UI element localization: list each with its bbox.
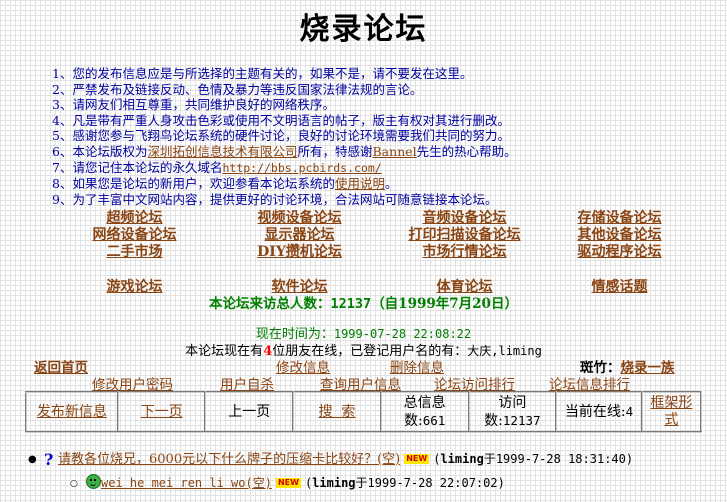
forum-link-other[interactable]: 其他设备论坛 bbox=[547, 227, 692, 244]
forum-links-grid: 超频论坛 视频设备论坛 音频设备论坛 存储设备论坛 网络设备论坛 显示器论坛 打… bbox=[52, 210, 692, 261]
post-date: 1999-7-28 22:07:02 bbox=[367, 476, 498, 490]
view-user-link[interactable]: 查询用户信息 bbox=[320, 373, 401, 393]
bannel-link[interactable]: Bannel bbox=[373, 144, 417, 159]
change-password-link[interactable]: 修改用户密码 bbox=[92, 373, 173, 393]
post-list: ●? 请教各位烧兄，6000元以下什么牌子的压缩卡比较好？(空) NEW (limin… bbox=[28, 450, 718, 493]
rule-item: 6、本论坛版权为深圳拓创信息技术有限公司所有，特感谢Bannel先生的热心帮助。 bbox=[52, 143, 517, 159]
rules-list: 1、您的发布信息应是与所选择的主题有关的，如果不是，请不要发在这里。 2、严禁发… bbox=[52, 66, 692, 207]
bullet-icon: ○ bbox=[70, 478, 78, 489]
post-new-button[interactable]: 发布新信息 bbox=[37, 404, 107, 420]
nav-row-2: 修改用户密码 用户自杀 查询用户信息 论坛访问排行 论坛信息排行 bbox=[34, 373, 694, 393]
forum-toolbar: 发布新信息 下一页 上一页 搜 索 总信息数:661 访问数:12137 当前在… bbox=[25, 391, 703, 433]
rule-item: 9、为了丰富中文网站内容，提供更好的讨论环境，合法网站可随意链接本论坛。 bbox=[52, 191, 498, 207]
post-title-link[interactable]: 请教各位烧兄，6000元以下什么牌子的压缩卡比较好？(空) bbox=[58, 452, 400, 467]
user-intro-link[interactable]: 用户自杀 bbox=[220, 373, 274, 393]
online-cell: 当前在线:4 bbox=[555, 391, 643, 433]
next-page-button[interactable]: 下一页 bbox=[141, 404, 183, 420]
help-link[interactable]: 使用说明 bbox=[335, 176, 385, 191]
rule-item: 8、如果您是论坛的新用户，欢迎参看本论坛系统的使用说明。 bbox=[52, 176, 398, 192]
post-title-link[interactable]: wei he mei ren li wo(空) bbox=[101, 476, 272, 490]
forum-link-secondhand[interactable]: 二手市场 bbox=[52, 244, 217, 261]
rule-item: 1、您的发布信息应是与所选择的主题有关的，如果不是，请不要发在这里。 bbox=[52, 66, 473, 81]
rule-item: 3、请网友们相互尊重，共同维护良好的网络秩序。 bbox=[52, 97, 335, 113]
forum-link-diy[interactable]: DIY攒机论坛 bbox=[217, 244, 382, 261]
search-button[interactable]: 搜 索 bbox=[319, 404, 356, 420]
visits-cell: 访问数:12137 bbox=[467, 391, 558, 433]
forum-link-market[interactable]: 市场行情论坛 bbox=[382, 244, 547, 261]
visit-rank-link[interactable]: 论坛访问排行 bbox=[434, 373, 515, 393]
rule-item: 7、请您记住本论坛的永久域名http://bbs.pcbirds.com/ bbox=[52, 159, 382, 175]
nav-row-1: 返回首页 修改信息 删除信息 斑竹：烧录一族 bbox=[34, 356, 694, 376]
page-title: 烧录论坛 bbox=[299, 12, 428, 47]
forum-link-network[interactable]: 网络设备论坛 bbox=[52, 227, 217, 244]
bullet-icon: ● bbox=[28, 453, 37, 465]
new-badge: NEW bbox=[275, 478, 301, 488]
post-new-cell: 发布新信息 bbox=[25, 391, 119, 433]
list-item: ●? 请教各位烧兄，6000元以下什么牌子的压缩卡比较好？(空) NEW (limin… bbox=[28, 450, 634, 469]
smiley-icon bbox=[86, 474, 101, 489]
forum-link-video[interactable]: 视频设备论坛 bbox=[217, 210, 382, 227]
rule-item: 5、感谢您参与飞翔鸟论坛系统的硬件讨论，良好的讨论环境需要我们共同的努力。 bbox=[52, 128, 510, 144]
forum-link-printer[interactable]: 打印扫描设备论坛 bbox=[382, 227, 547, 244]
info-rank-link[interactable]: 论坛信息排行 bbox=[549, 373, 630, 393]
forum-link-storage[interactable]: 存储设备论坛 bbox=[547, 210, 692, 227]
forum-link-monitor[interactable]: 显示器论坛 bbox=[217, 227, 382, 244]
list-item: ○ wei he mei ren li wo(空) NEW (liming于1999-… bbox=[28, 474, 718, 493]
prev-page-cell: 上一页 bbox=[204, 391, 295, 433]
rule-item: 4、凡是带有严重人身攻击色彩或使用不文明语言的帖子，版主有权对其进行删改。 bbox=[52, 112, 510, 128]
total-info-cell: 总信息数:661 bbox=[379, 391, 470, 433]
prev-page-label: 上一页 bbox=[228, 403, 271, 420]
post-author: liming bbox=[440, 452, 484, 466]
visitor-count: 本论坛来访总人数：12137（自1999年7月20日） bbox=[209, 296, 518, 312]
company-link[interactable]: 深圳拓创信息技术有限公司 bbox=[147, 144, 297, 159]
post-date: 1999-7-28 18:31:40 bbox=[495, 452, 626, 466]
frame-view-cell: 框架形式 bbox=[640, 391, 703, 433]
forum-link-overclock[interactable]: 超频论坛 bbox=[52, 210, 217, 227]
next-page-cell: 下一页 bbox=[116, 391, 207, 433]
frame-view-button[interactable]: 框架形式 bbox=[650, 395, 692, 428]
forum-link-audio[interactable]: 音频设备论坛 bbox=[382, 210, 547, 227]
search-cell: 搜 索 bbox=[292, 391, 382, 433]
rule-item: 2、严禁发布及链接反动、色情及暴力等违反国家法律法规的言论。 bbox=[52, 81, 423, 97]
post-author: liming bbox=[312, 476, 356, 490]
new-badge: NEW bbox=[404, 454, 430, 464]
forum-link-drivers[interactable]: 驱动程序论坛 bbox=[547, 244, 692, 261]
domain-link[interactable]: http://bbs.pcbirds.com/ bbox=[222, 161, 381, 175]
question-icon: ? bbox=[44, 450, 54, 469]
